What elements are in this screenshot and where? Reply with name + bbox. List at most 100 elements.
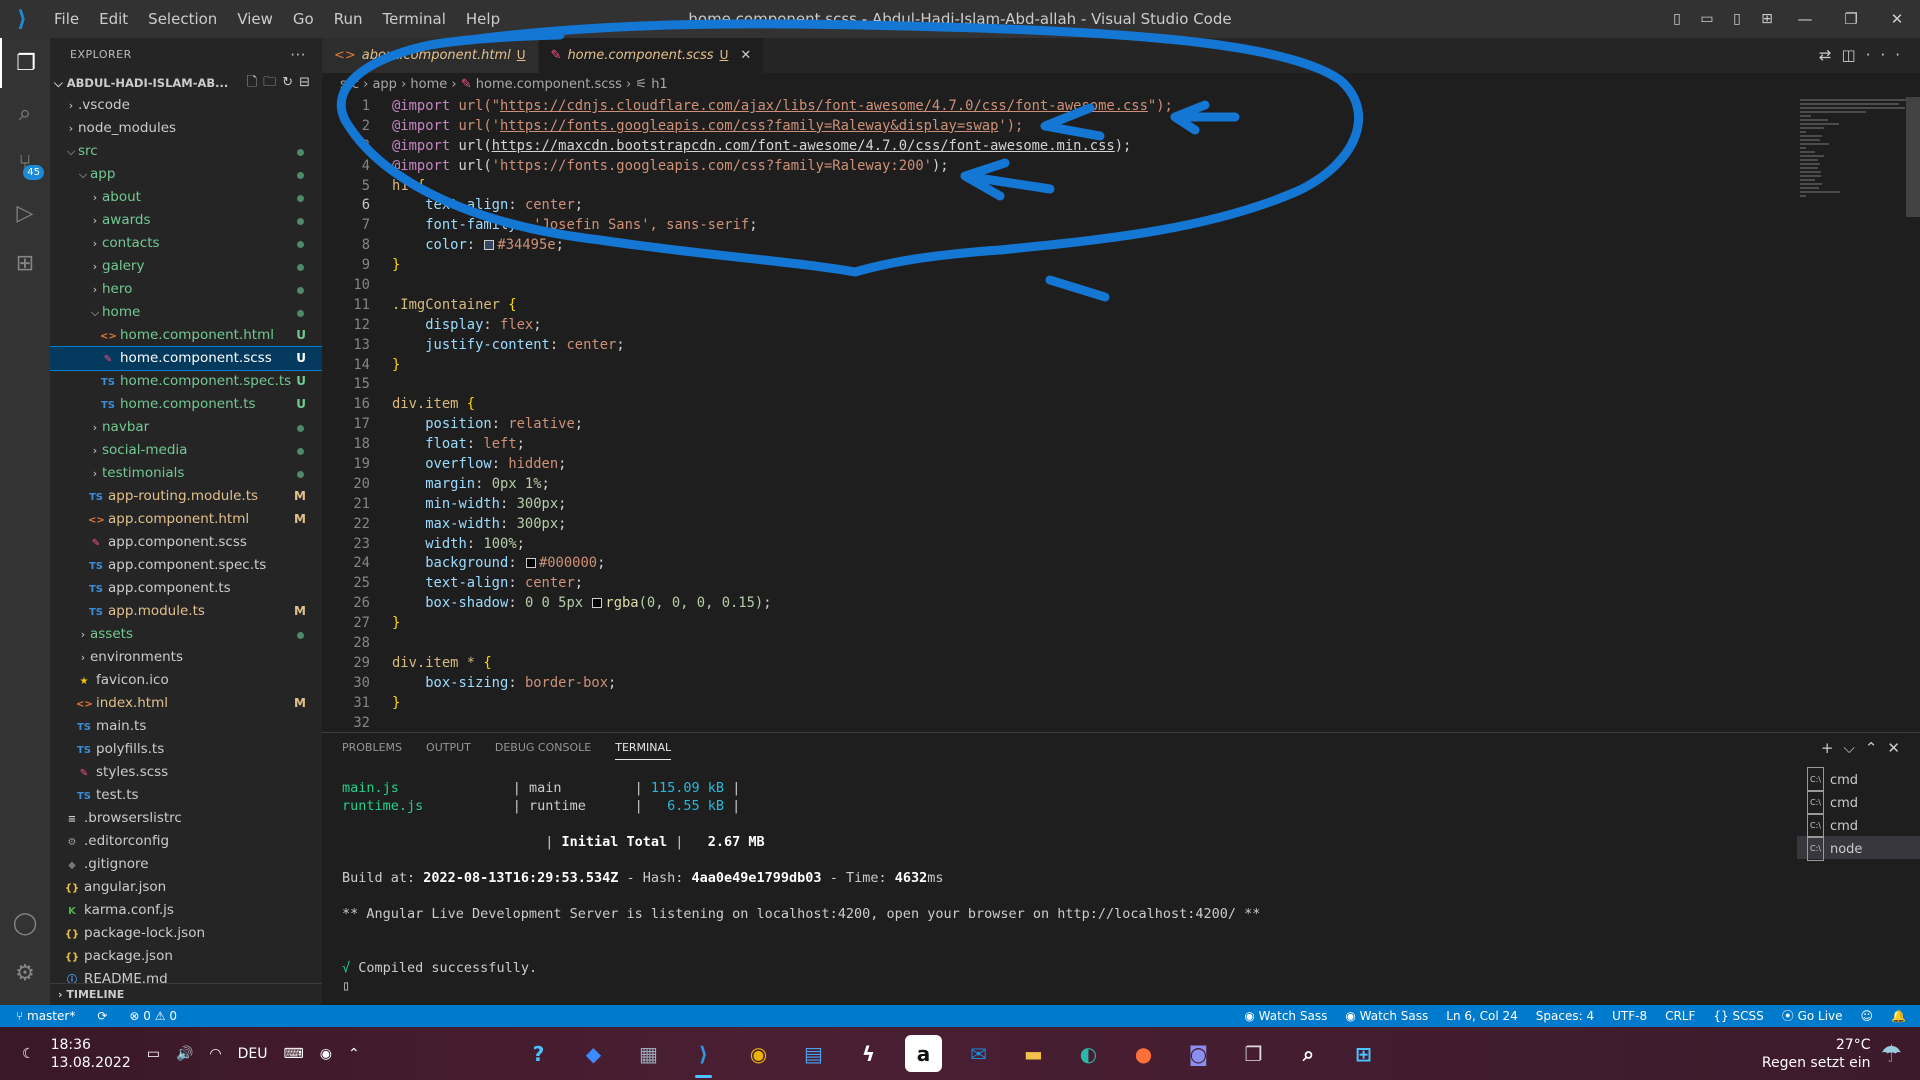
menu-edit[interactable]: Edit <box>89 0 138 38</box>
folder-item[interactable]: › .vscode <box>50 94 322 117</box>
file-item[interactable]: TS home.component.ts U <box>50 393 322 416</box>
open-changes-icon[interactable]: ⇄ <box>1819 46 1842 64</box>
terminal-item[interactable]: C:\ cmd <box>1797 767 1920 792</box>
terminal-item[interactable]: C:\ cmd <box>1797 790 1920 815</box>
file-item[interactable]: TS app.component.spec.ts <box>50 554 322 577</box>
file-item[interactable]: TS home.component.spec.ts U <box>50 370 322 393</box>
tab-output[interactable]: OUTPUT <box>426 741 471 760</box>
teams-chat-icon[interactable]: ◙ <box>1180 1035 1217 1072</box>
file-explorer-icon[interactable]: ▬ <box>1015 1035 1052 1072</box>
notepad-icon[interactable]: ▤ <box>795 1035 832 1072</box>
file-item[interactable]: ◆ .gitignore <box>50 853 322 876</box>
editor-scrollbar[interactable] <box>1906 97 1920 217</box>
menu-file[interactable]: File <box>44 0 89 38</box>
watch-sass-button[interactable]: ◉ Watch Sass <box>1345 1005 1428 1027</box>
go-live-button[interactable]: ⦿ Go Live <box>1782 1005 1843 1027</box>
folder-item[interactable]: › assets <box>50 623 322 646</box>
folder-item[interactable]: › awards <box>50 209 322 232</box>
close-icon[interactable]: ✕ <box>1874 10 1920 28</box>
folder-item[interactable]: › galery <box>50 255 322 278</box>
bolt-app-icon[interactable]: ϟ <box>850 1035 887 1072</box>
vscode-icon[interactable]: ⟩ <box>685 1035 722 1078</box>
color-swatch[interactable] <box>592 598 603 609</box>
file-item[interactable]: ⚙ .editorconfig <box>50 830 322 853</box>
folder-item[interactable]: › testimonials <box>50 462 322 485</box>
extensions-icon[interactable]: ⊞ <box>0 238 50 288</box>
menu-run[interactable]: Run <box>324 0 373 38</box>
keyboard-icon[interactable]: ⌨ <box>284 1046 304 1062</box>
new-folder-icon[interactable]: 🗀 <box>263 75 282 90</box>
folder-item[interactable]: › navbar <box>50 416 322 439</box>
folder-item[interactable]: › contacts <box>50 232 322 255</box>
indentation[interactable]: Spaces: 4 <box>1536 1005 1594 1027</box>
new-file-icon[interactable]: 🗋 <box>247 75 263 90</box>
menu-terminal[interactable]: Terminal <box>373 0 456 38</box>
menu-help[interactable]: Help <box>456 0 510 38</box>
file-item[interactable]: {} package.json <box>50 945 322 968</box>
folder-item[interactable]: › about <box>50 186 322 209</box>
menu-view[interactable]: View <box>227 0 283 38</box>
close-panel-icon[interactable]: ✕ <box>1887 739 1910 757</box>
encoding[interactable]: UTF-8 <box>1612 1005 1647 1027</box>
tab-terminal[interactable]: TERMINAL <box>615 741 672 760</box>
problems-indicator[interactable]: ⊗ 0 ⚠ 0 <box>129 1005 177 1027</box>
breadcrumb-file[interactable]: home.component.scss <box>476 77 622 92</box>
breadcrumb-src[interactable]: src <box>340 77 359 92</box>
file-item[interactable]: Kkarma.conf.js <box>50 899 322 922</box>
maximize-icon[interactable]: ❐ <box>1828 10 1874 28</box>
file-item[interactable]: {} package-lock.json <box>50 922 322 945</box>
amazon-icon[interactable]: a <box>905 1035 942 1072</box>
branch-indicator[interactable]: ⑂ master* <box>16 1005 75 1027</box>
collapse-all-icon[interactable]: ⊟ <box>299 75 316 90</box>
file-item[interactable]: TS polyfills.ts <box>50 738 322 761</box>
split-editor-icon[interactable]: ◫ <box>1842 46 1866 64</box>
new-terminal-icon[interactable]: +⌵ <box>1821 739 1865 757</box>
breadcrumb-home[interactable]: home <box>410 77 447 92</box>
folder-item[interactable]: › node_modules <box>50 117 322 140</box>
battery-icon[interactable]: ▭ <box>147 1046 160 1062</box>
feedback-icon[interactable]: ☺ <box>1861 1005 1874 1027</box>
weather-widget[interactable]: 27°C Regen setzt ein ☂ <box>1762 1027 1902 1080</box>
help-app-icon[interactable]: ? <box>520 1035 557 1072</box>
folder-item[interactable]: › hero <box>50 278 322 301</box>
customize-layout-icon[interactable]: ⊞ <box>1752 11 1782 27</box>
menu-go[interactable]: Go <box>283 0 324 38</box>
file-item[interactable]: ★ favicon.ico <box>50 669 322 692</box>
tab-debug-console[interactable]: DEBUG CONSOLE <box>495 741 591 760</box>
terminal-output[interactable]: main.js | main | 115.09 kB | runtime.js … <box>342 779 1722 995</box>
run-debug-icon[interactable]: ▷ <box>0 188 50 238</box>
file-item[interactable]: TS app-routing.module.ts M <box>50 485 322 508</box>
language-indicator[interactable]: DEU <box>238 1046 268 1062</box>
cursor-position[interactable]: Ln 6, Col 24 <box>1446 1005 1518 1027</box>
line-ending[interactable]: CRLF <box>1665 1005 1695 1027</box>
volume-icon[interactable]: 🔊 <box>176 1046 193 1062</box>
breadcrumb-symbol[interactable]: h1 <box>651 77 668 92</box>
task-view-icon[interactable]: ❐ <box>1235 1035 1272 1072</box>
moon-icon[interactable]: ☾ <box>22 1046 35 1062</box>
toggle-secondary-sidebar-icon[interactable]: ▯ <box>1722 11 1752 27</box>
minimize-icon[interactable]: — <box>1782 10 1828 28</box>
file-item[interactable]: TS main.ts <box>50 715 322 738</box>
mail-icon[interactable]: ✉ <box>960 1035 997 1072</box>
search-icon[interactable]: ⌕ <box>1290 1035 1327 1072</box>
timeline-section[interactable]: › TIMELINE <box>50 983 322 1005</box>
file-item[interactable]: ✎ app.component.scss <box>50 531 322 554</box>
clock[interactable]: 18:36 13.08.2022 <box>51 1036 131 1072</box>
file-item[interactable]: ≡ .browserslistrc <box>50 807 322 830</box>
close-tab-icon[interactable]: ✕ <box>740 38 751 73</box>
tab-home-component-scss[interactable]: ✎ home.component.scss U ✕ <box>538 38 765 73</box>
file-item[interactable]: TS app.component.ts <box>50 577 322 600</box>
file-item[interactable]: {} angular.json <box>50 876 322 899</box>
code-editor[interactable]: 1 @import url("https://cdnjs.cloudflare.c… <box>322 97 1920 732</box>
settings-gear-icon[interactable]: ⚙ <box>0 948 50 998</box>
file-item[interactable]: <> app.component.html M <box>50 508 322 531</box>
firefox-icon[interactable]: ● <box>1125 1035 1162 1072</box>
toggle-sidebar-icon[interactable]: ▯ <box>1662 11 1692 27</box>
language-mode[interactable]: {} SCSS <box>1713 1005 1763 1027</box>
color-swatch[interactable] <box>525 558 536 569</box>
chevron-up-icon[interactable]: ⌃ <box>348 1046 360 1062</box>
file-item[interactable]: TS test.ts <box>50 784 322 807</box>
search-icon[interactable]: ⌕ <box>0 88 50 138</box>
more-icon[interactable]: ··· <box>1866 46 1910 64</box>
maximize-panel-icon[interactable]: ⌃ <box>1865 739 1888 757</box>
